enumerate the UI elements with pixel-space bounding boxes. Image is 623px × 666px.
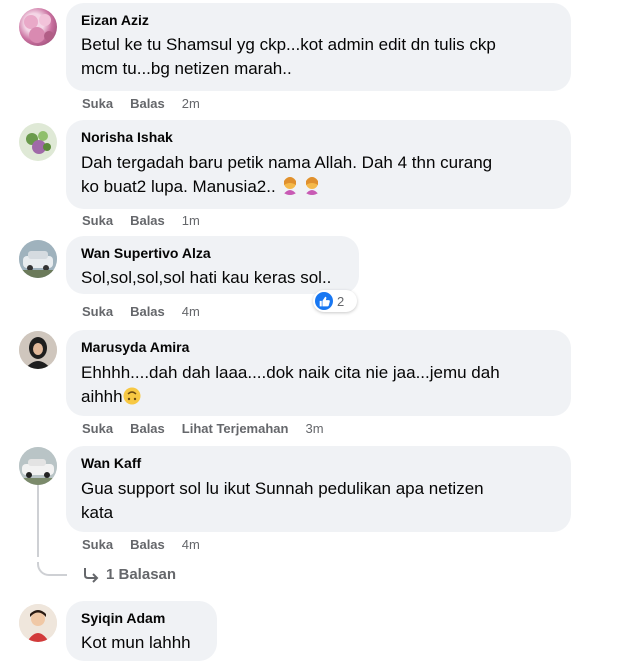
comment-bubble: Norisha Ishak Dah tergadah baru petik na… bbox=[66, 120, 571, 209]
reply-button[interactable]: Balas bbox=[130, 304, 165, 320]
comment-time[interactable]: 4m bbox=[182, 537, 200, 553]
avatar-image bbox=[19, 604, 57, 642]
avatar[interactable] bbox=[19, 331, 57, 369]
view-replies-button[interactable]: 1 Balasan bbox=[82, 566, 176, 583]
upside-down-face-emoji bbox=[123, 387, 141, 405]
comment-time[interactable]: 2m bbox=[182, 96, 200, 112]
like-button[interactable]: Suka bbox=[82, 96, 113, 112]
like-button[interactable]: Suka bbox=[82, 213, 113, 229]
avatar[interactable] bbox=[19, 447, 57, 485]
comment-time[interactable]: 1m bbox=[182, 213, 200, 229]
avatar[interactable] bbox=[19, 123, 57, 161]
comment-actions: Suka Balas 2m bbox=[82, 96, 200, 112]
comment-time[interactable]: 3m bbox=[305, 421, 323, 437]
comment-author[interactable]: Marusyda Amira bbox=[81, 338, 557, 356]
reaction-badge[interactable]: 2 bbox=[313, 290, 357, 312]
comment-text-content: Ehhhh....dah dah laaa....dok naik cita n… bbox=[81, 363, 500, 406]
like-icon bbox=[315, 292, 333, 310]
comment-text: Ehhhh....dah dah laaa....dok naik cita n… bbox=[81, 361, 557, 409]
comment-text: Kot mun lahhh bbox=[81, 633, 191, 652]
reply-button[interactable]: Balas bbox=[130, 213, 165, 229]
reply-button[interactable]: Balas bbox=[130, 537, 165, 553]
avatar[interactable] bbox=[19, 604, 57, 642]
comment-author[interactable]: Wan Kaff bbox=[81, 454, 557, 472]
reply-button[interactable]: Balas bbox=[130, 421, 165, 437]
comment-actions: Suka Balas Lihat Terjemahan 3m bbox=[82, 421, 324, 437]
comment-text: Dah tergadah baru petik nama Allah. Dah … bbox=[81, 151, 557, 199]
comment-bubble: Syiqin Adam Kot mun lahhh bbox=[66, 601, 217, 661]
comment-author[interactable]: Eizan Aziz bbox=[81, 11, 557, 29]
comment-time[interactable]: 4m bbox=[182, 304, 200, 320]
comment-actions: Suka Balas 1m bbox=[82, 213, 200, 229]
avatar-image bbox=[19, 331, 57, 369]
comment-bubble: Marusyda Amira Ehhhh....dah dah laaa....… bbox=[66, 330, 571, 416]
comment-bubble: Eizan Aziz Betul ke tu Shamsul yg ckp...… bbox=[66, 3, 571, 91]
reply-button[interactable]: Balas bbox=[130, 96, 165, 112]
comment-author[interactable]: Norisha Ishak bbox=[81, 128, 557, 146]
avatar-image bbox=[24, 14, 54, 43]
thread-line bbox=[37, 485, 39, 557]
comment-bubble: Wan Supertivo Alza Sol,sol,sol,sol hati … bbox=[66, 236, 359, 294]
thread-curve bbox=[37, 562, 67, 576]
avatar-image bbox=[19, 447, 57, 485]
avatar-image bbox=[19, 240, 57, 278]
woman-shrugging-emoji bbox=[305, 177, 320, 195]
replies-label: 1 Balasan bbox=[106, 566, 177, 583]
like-button[interactable]: Suka bbox=[82, 537, 113, 553]
comment-text: Sol,sol,sol,sol hati kau keras sol.. bbox=[81, 268, 332, 287]
avatar[interactable] bbox=[19, 8, 57, 46]
comment-text: Gua support sol lu ikut Sunnah pedulikan… bbox=[81, 479, 484, 522]
like-button[interactable]: Suka bbox=[82, 304, 113, 320]
comment-bubble: Wan Kaff Gua support sol lu ikut Sunnah … bbox=[66, 446, 571, 532]
reaction-count: 2 bbox=[337, 293, 345, 309]
reply-arrow-icon bbox=[84, 567, 99, 583]
woman-shrugging-emoji bbox=[283, 177, 298, 195]
avatar[interactable] bbox=[19, 240, 57, 278]
like-button[interactable]: Suka bbox=[82, 421, 113, 437]
see-translation-button[interactable]: Lihat Terjemahan bbox=[182, 421, 289, 437]
comment-actions: Suka Balas 4m bbox=[82, 304, 200, 320]
comment-actions: Suka Balas 4m bbox=[82, 537, 200, 553]
comment-text: Betul ke tu Shamsul yg ckp...kot admin e… bbox=[81, 35, 496, 78]
avatar-image bbox=[19, 123, 57, 161]
comment-author[interactable]: Wan Supertivo Alza bbox=[81, 244, 345, 262]
comment-author[interactable]: Syiqin Adam bbox=[81, 609, 203, 627]
